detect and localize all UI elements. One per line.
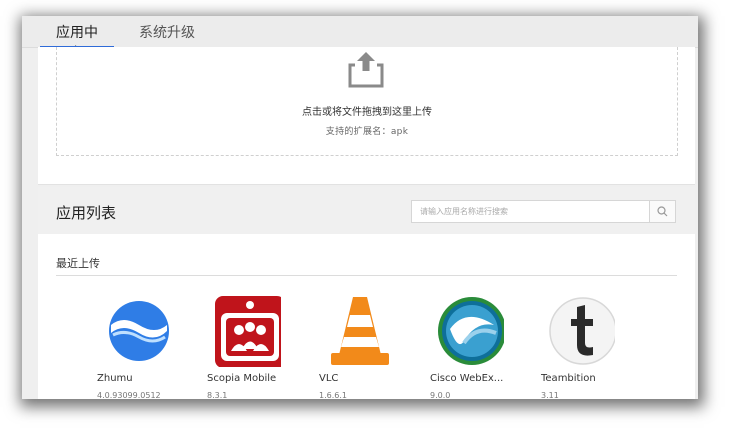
app-version: 8.3.1 [207,391,228,399]
app-name: Teambition [541,373,596,384]
upload-icon [348,52,384,88]
zhumu-icon [109,301,169,361]
app-version: 9.0.0 [430,391,451,399]
app-version: 3.11 [541,391,559,399]
webex-icon [438,297,504,365]
search-box [411,200,676,223]
upload-card: 点击或将文件拖拽到这里上传 支持的扩展名：apk [38,47,695,185]
app-list-header: 应用列表 [38,187,695,234]
app-version: 1.6.6.1 [319,391,347,399]
upload-instruction: 点击或将文件拖拽到这里上传 [302,107,432,118]
app-list-card: 应用列表 最近上传 Zhumu 4.0.93099.0512 [38,187,695,399]
app-item-vlc[interactable]: VLC 1.6.6.1 [317,295,417,399]
section-divider [56,275,677,276]
upload-extension-hint: 支持的扩展名：apk [325,127,409,137]
app-item-teambition[interactable]: Teambition 3.11 [539,295,639,399]
app-item-scopia-mobile[interactable]: Scopia Mobile 8.3.1 [205,295,305,399]
app-item-zhumu[interactable]: Zhumu 4.0.93099.0512 [95,295,195,399]
tab-app-center[interactable]: 应用中心 [40,23,114,61]
app-name: Cisco WebEx... [430,373,504,384]
recent-uploads-title: 最近上传 [56,257,100,270]
app-list-title: 应用列表 [56,204,117,222]
scopia-icon [215,296,281,367]
upload-dropzone[interactable]: 点击或将文件拖拽到这里上传 支持的扩展名：apk [56,47,678,156]
search-input[interactable] [412,201,650,222]
app-window: 应用中心 系统升级 点击或将文件拖拽到这里上传 支持的扩展名：apk 应用列表 [22,16,698,399]
teambition-icon [549,297,615,365]
search-icon [657,206,668,217]
app-name: Scopia Mobile [207,373,277,384]
tab-bar: 应用中心 系统升级 [22,16,698,61]
search-button[interactable] [649,201,675,222]
app-version: 4.0.93099.0512 [97,391,161,399]
app-name: Zhumu [97,373,133,384]
tab-system-upgrade[interactable]: 系统升级 [139,23,195,47]
app-name: VLC [319,373,339,384]
app-item-cisco-webex[interactable]: Cisco WebEx... 9.0.0 [428,295,528,399]
vlc-icon [331,297,389,365]
